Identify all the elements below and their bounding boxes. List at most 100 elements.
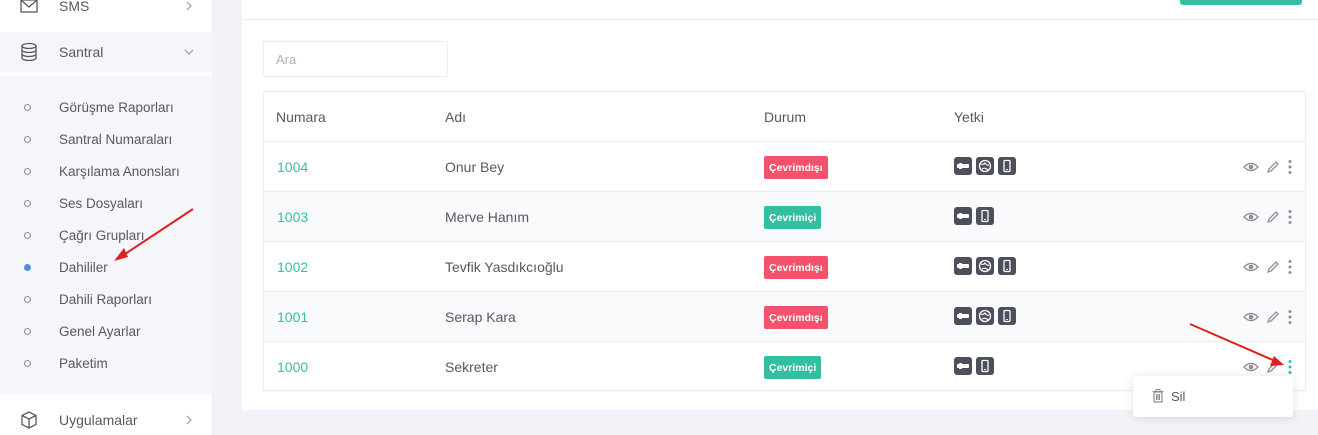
sidebar-item-genel-ayarlar[interactable]: Genel Ayarlar	[0, 319, 213, 343]
sidebar-item-label: Paketim	[59, 355, 108, 371]
sidebar-item-paketim[interactable]: Paketim	[0, 351, 213, 375]
sidebar-item-label: Dahililer	[59, 259, 108, 275]
extension-number-link[interactable]: 1004	[277, 159, 308, 175]
more-options-icon[interactable]	[1287, 259, 1293, 275]
pencil-icon[interactable]	[1265, 359, 1281, 375]
sidebar-item-dahili-raporlari[interactable]: Dahili Raporları	[0, 287, 213, 311]
extension-icon	[954, 207, 972, 225]
pencil-icon[interactable]	[1265, 209, 1281, 225]
row-actions	[1243, 356, 1293, 378]
extension-number-link[interactable]: 1003	[277, 209, 308, 225]
permission-icons	[954, 357, 994, 375]
delete-label: Sil	[1171, 389, 1186, 404]
eye-icon[interactable]	[1243, 259, 1259, 275]
search-input[interactable]	[263, 41, 448, 77]
extension-name: Merve Hanım	[445, 209, 530, 225]
mobile-icon	[976, 207, 994, 225]
table-row: 1003 Merve Hanım Çevrimiçi	[264, 192, 1305, 242]
chevron-right-icon	[186, 1, 192, 11]
nav-item-uygulamalar[interactable]: Uygulamalar	[0, 400, 213, 435]
nav-label-uygulamalar: Uygulamalar	[59, 412, 138, 428]
extension-name: Serap Kara	[445, 309, 516, 325]
bullet-icon	[24, 135, 31, 143]
header-durum[interactable]: Durum	[764, 109, 806, 125]
eye-icon[interactable]	[1243, 359, 1259, 375]
nav-label-santral: Santral	[59, 44, 104, 60]
more-options-icon[interactable]	[1287, 209, 1293, 225]
extension-number-link[interactable]: 1002	[277, 259, 308, 275]
header-adi[interactable]: Adı	[445, 109, 466, 125]
mobile-icon	[998, 157, 1016, 175]
sidebar-item-label: Ses Dosyaları	[59, 195, 144, 211]
sidebar-item-label: Çağrı Grupları	[59, 227, 145, 243]
box-icon	[21, 411, 37, 429]
pencil-icon[interactable]	[1265, 159, 1281, 175]
status-badge: Çevrimdışı	[764, 156, 828, 179]
mobile-icon	[976, 357, 994, 375]
bullet-icon	[24, 327, 31, 335]
extension-name: Tevfik Yasdıkcıoğlu	[445, 259, 564, 275]
bullet-icon	[24, 359, 31, 367]
eye-icon[interactable]	[1243, 209, 1259, 225]
eye-icon[interactable]	[1243, 309, 1259, 325]
mobile-icon	[998, 257, 1016, 275]
nav-label-sms: SMS	[59, 0, 90, 14]
pencil-icon[interactable]	[1265, 259, 1281, 275]
row-actions	[1243, 256, 1293, 278]
sidebar: SMS Santral Görüşme Raporları Santral Nu…	[0, 0, 213, 435]
globe-icon	[976, 307, 994, 325]
table-row: 1004 Onur Bey Çevrimdışı	[264, 142, 1305, 192]
row-actions	[1243, 306, 1293, 328]
table-header: Numara Adı Durum Yetki	[264, 92, 1305, 142]
nav-item-santral[interactable]: Santral	[0, 32, 213, 72]
extensions-table: Numara Adı Durum Yetki 1004 Onur Bey Çevri…	[263, 91, 1306, 391]
header-numara[interactable]: Numara	[276, 109, 326, 125]
trash-icon	[1152, 388, 1164, 403]
sidebar-item-santral-numaralari[interactable]: Santral Numaraları	[0, 127, 213, 151]
table-row: 1001 Serap Kara Çevrimdışı	[264, 292, 1305, 342]
permission-icons	[954, 257, 1016, 275]
extension-number-link[interactable]: 1001	[277, 309, 308, 325]
eye-icon[interactable]	[1243, 159, 1259, 175]
bullet-icon	[24, 199, 31, 207]
delete-menu-item[interactable]: Sil	[1133, 376, 1293, 417]
sidebar-item-cagri-gruplari[interactable]: Çağrı Grupları	[0, 223, 213, 247]
more-options-icon[interactable]	[1287, 359, 1293, 375]
extension-icon	[954, 307, 972, 325]
permission-icons	[954, 157, 1016, 175]
portlet-header	[242, 0, 1318, 20]
sidebar-item-label: Görüşme Raporları	[59, 99, 174, 115]
status-badge: Çevrimiçi	[764, 356, 822, 379]
permission-icons	[954, 207, 994, 225]
table-row: 1002 Tevfik Yasdıkcıoğlu Çevrimdışı	[264, 242, 1305, 292]
extension-name: Onur Bey	[445, 159, 505, 175]
database-icon	[21, 42, 37, 62]
mobile-icon	[998, 307, 1016, 325]
more-options-icon[interactable]	[1287, 159, 1293, 175]
bullet-icon	[24, 167, 31, 175]
status-badge: Çevrimdışı	[764, 306, 828, 329]
pencil-icon[interactable]	[1265, 309, 1281, 325]
chevron-right-icon	[186, 415, 192, 425]
bullet-icon	[24, 295, 31, 303]
sidebar-item-karsilama-anonslari[interactable]: Karşılama Anonsları	[0, 159, 213, 183]
more-options-icon[interactable]	[1287, 309, 1293, 325]
globe-icon	[976, 157, 994, 175]
row-actions	[1243, 206, 1293, 228]
status-badge: Çevrimdışı	[764, 256, 828, 279]
row-actions	[1243, 156, 1293, 178]
extension-number-link[interactable]: 1000	[277, 359, 308, 375]
sidebar-item-ses-dosyalari[interactable]: Ses Dosyaları	[0, 191, 213, 215]
sidebar-item-label: Karşılama Anonsları	[59, 163, 180, 179]
header-yetki[interactable]: Yetki	[954, 109, 984, 125]
chevron-down-icon	[184, 49, 194, 55]
add-button[interactable]	[1180, 0, 1302, 5]
extension-icon	[954, 257, 972, 275]
sidebar-item-dahililer[interactable]: Dahililer	[0, 255, 213, 279]
nav-item-sms[interactable]: SMS	[0, 0, 213, 26]
status-badge: Çevrimiçi	[764, 206, 822, 229]
globe-icon	[976, 257, 994, 275]
extension-name: Sekreter	[445, 359, 498, 375]
permission-icons	[954, 307, 1016, 325]
sidebar-item-gorusme-raporlari[interactable]: Görüşme Raporları	[0, 95, 213, 119]
